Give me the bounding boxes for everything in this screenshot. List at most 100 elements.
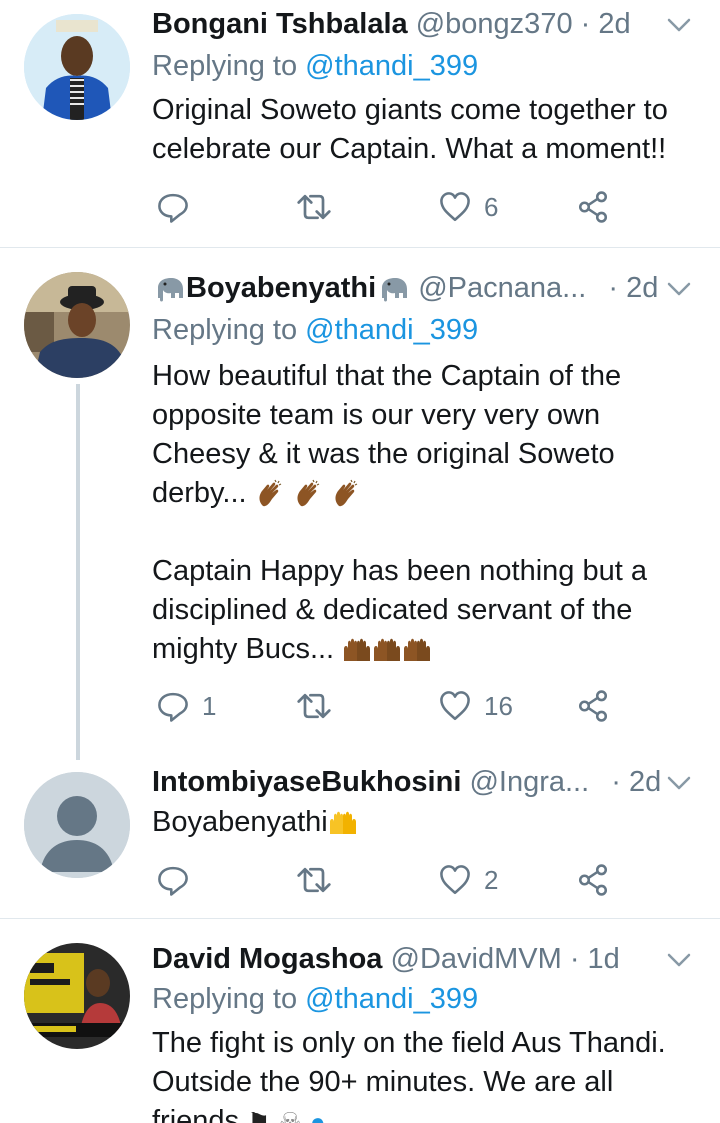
replying-to-label: Replying to: [152, 314, 298, 346]
user-handle[interactable]: @DavidMVM: [391, 943, 562, 975]
share-icon: [576, 689, 610, 723]
text-line: Cheesy & it was the original Soweto: [152, 438, 615, 470]
tweet-text: How beautiful that the Captain of the op…: [152, 357, 690, 669]
like-icon: [438, 863, 472, 897]
text-line-with-emoji: mighty Bucs...: [152, 630, 690, 669]
tweet-header: David Mogashoa @DavidMVM · 1d: [152, 941, 700, 977]
reply-icon: [156, 190, 190, 224]
like-button[interactable]: 6: [438, 187, 498, 227]
raising-hands-emoji: [372, 635, 402, 665]
dot-separator: ·: [569, 943, 580, 975]
tweet-4[interactable]: David Mogashoa @DavidMVM · 1d Replying t…: [0, 919, 720, 1123]
clapping-hands-emoji: [293, 479, 323, 509]
like-button[interactable]: 16: [438, 686, 513, 726]
timestamp[interactable]: 1d: [588, 943, 620, 975]
tweet-header: Bongani Tshbalala @bongz370 · 2d: [152, 6, 700, 42]
share-button[interactable]: [576, 187, 610, 227]
text-line: opposite team is our very very own: [152, 399, 601, 431]
chevron-down-icon[interactable]: [666, 12, 692, 38]
text-line: friends: [152, 1105, 240, 1123]
tweet-1[interactable]: Bongani Tshbalala @bongz370 · 2d Replyin…: [0, 0, 720, 247]
dot-separator: ·: [580, 8, 591, 40]
user-handle[interactable]: @Ingra...: [469, 766, 589, 798]
display-name[interactable]: Boyabenyathi: [186, 272, 376, 304]
text-line: The fight is only on the field Aus Thand…: [152, 1027, 666, 1059]
mention-link[interactable]: @thandi_399: [305, 50, 478, 82]
action-bar: 2: [152, 860, 632, 900]
like-button[interactable]: 2: [438, 860, 498, 900]
share-button[interactable]: [576, 860, 610, 900]
chevron-down-icon[interactable]: [666, 770, 692, 796]
retweet-icon: [296, 189, 332, 225]
text-line-with-emoji: derby...: [152, 474, 690, 513]
display-name[interactable]: Bongani Tshbalala: [152, 8, 408, 40]
flag-emoji: ⚑: [247, 1106, 271, 1123]
text-line-with-emoji: friends ⚑ ☠ ●: [152, 1102, 690, 1123]
text-line: mighty Bucs...: [152, 633, 335, 665]
skull-emoji: ☠: [278, 1106, 302, 1123]
tweet-header: IntombiyaseBukhosini @Ingra... · 2d: [152, 764, 700, 800]
replying-to: Replying to @thandi_399: [152, 981, 478, 1017]
avatar[interactable]: [24, 272, 130, 378]
tweet-text: Boyabenyathi: [152, 803, 690, 842]
chevron-down-icon[interactable]: [666, 276, 692, 302]
tweet-3[interactable]: IntombiyaseBukhosini @Ingra... · 2d Boya…: [0, 758, 720, 918]
text-line: Original Soweto giants come together to: [152, 94, 668, 126]
reply-button[interactable]: 1: [156, 686, 216, 726]
like-icon: [438, 190, 472, 224]
timestamp[interactable]: 2d: [629, 766, 661, 798]
timestamp[interactable]: 2d: [598, 8, 630, 40]
bird-emoji: ●: [309, 1106, 326, 1123]
raising-hands-emoji: [402, 635, 432, 665]
reply-button[interactable]: [156, 860, 202, 900]
elephant-emoji: [152, 274, 186, 304]
reply-count: 1: [202, 690, 217, 721]
action-bar: 6: [152, 187, 632, 227]
text-line: celebrate our Captain. What a moment!!: [152, 133, 667, 165]
user-handle[interactable]: @bongz370: [416, 8, 573, 40]
tweet-2[interactable]: Boyabenyathi @Pacnana... · 2d Replying t…: [0, 248, 720, 758]
share-button[interactable]: [576, 686, 610, 726]
retweet-button[interactable]: [296, 686, 344, 726]
display-name[interactable]: IntombiyaseBukhosini: [152, 766, 461, 798]
text-line: How beautiful that the Captain of the: [152, 360, 622, 392]
text-line: Captain Happy has been nothing but a: [152, 555, 647, 587]
reply-icon: [156, 689, 190, 723]
avatar[interactable]: [24, 772, 130, 878]
reply-button[interactable]: [156, 187, 202, 227]
replying-to-label: Replying to: [152, 983, 298, 1015]
replying-to: Replying to @thandi_399: [152, 312, 478, 348]
clapping-hands-emoji: [331, 479, 361, 509]
tweet-text: The fight is only on the field Aus Thand…: [152, 1024, 690, 1123]
mention-link[interactable]: @thandi_399: [305, 314, 478, 346]
dot-separator: ·: [608, 272, 619, 304]
text-line: disciplined & dedicated servant of the: [152, 594, 633, 626]
retweet-icon: [296, 688, 332, 724]
timestamp[interactable]: 2d: [626, 272, 658, 304]
like-count: 6: [484, 191, 499, 222]
share-icon: [576, 190, 610, 224]
like-icon: [438, 689, 472, 723]
retweet-icon: [296, 862, 332, 898]
retweet-button[interactable]: [296, 860, 344, 900]
text-line: derby...: [152, 477, 247, 509]
replying-to: Replying to @thandi_399: [152, 48, 478, 84]
avatar[interactable]: [24, 14, 130, 120]
like-count: 2: [484, 864, 499, 895]
retweet-button[interactable]: [296, 187, 344, 227]
share-icon: [576, 863, 610, 897]
elephant-emoji: [376, 274, 410, 304]
chevron-down-icon[interactable]: [666, 947, 692, 973]
text-line: [152, 513, 690, 552]
like-count: 16: [484, 690, 513, 721]
replying-to-label: Replying to: [152, 50, 298, 82]
dot-separator: ·: [611, 766, 621, 798]
reply-icon: [156, 863, 190, 897]
avatar[interactable]: [24, 943, 130, 1049]
display-name[interactable]: David Mogashoa: [152, 943, 382, 975]
clapping-hands-emoji: [255, 479, 285, 509]
user-handle[interactable]: @Pacnana...: [418, 272, 586, 304]
mention-link[interactable]: @thandi_399: [305, 983, 478, 1015]
tweet-header: Boyabenyathi @Pacnana... · 2d: [152, 270, 700, 306]
tweet-text: Original Soweto giants come together to …: [152, 91, 690, 169]
